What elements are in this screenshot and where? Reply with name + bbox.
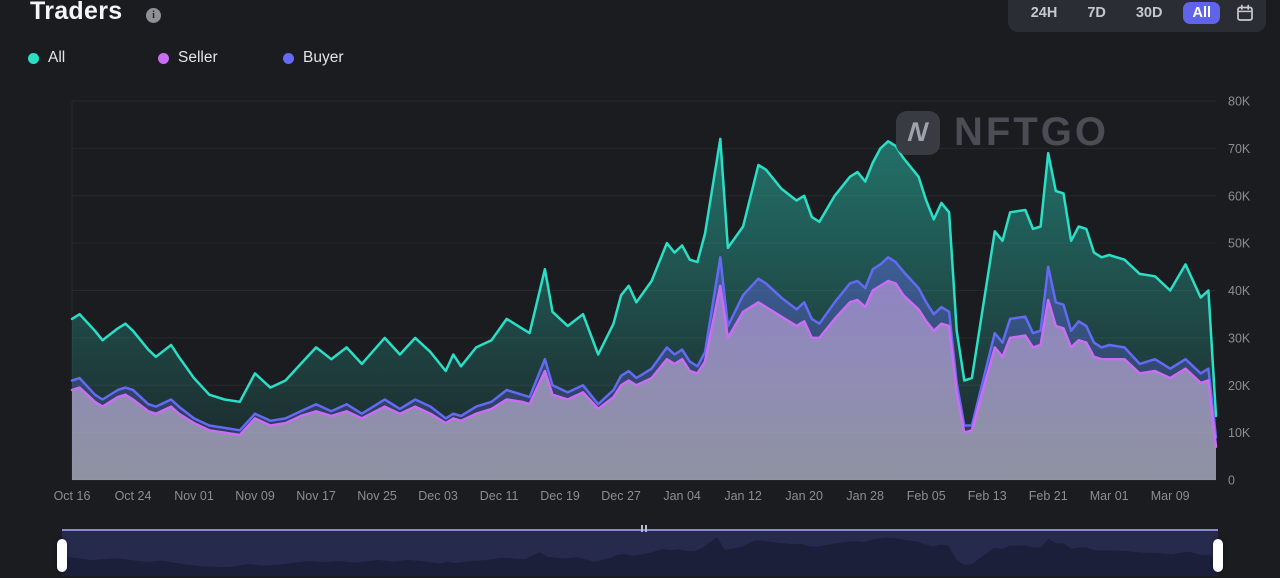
traders-chart-panel: Traders i All Seller Buyer 24H 7D 30D Al… (0, 0, 1280, 578)
x-tick-label: Nov 17 (296, 489, 336, 503)
x-tick-label: Nov 25 (357, 489, 397, 503)
y-tick-label: 0 (1228, 474, 1235, 488)
x-tick-label: Oct 24 (115, 489, 152, 503)
x-tick-label: Feb 21 (1029, 489, 1068, 503)
x-tick-label: Feb 13 (968, 489, 1007, 503)
x-tick-label: Nov 09 (235, 489, 275, 503)
x-tick-label: Dec 11 (480, 489, 519, 503)
x-tick-label: Mar 01 (1090, 489, 1129, 503)
x-tick-label: Jan 04 (663, 489, 701, 503)
x-tick-label: Jan 12 (724, 489, 762, 503)
y-tick-label: 10K (1228, 426, 1251, 440)
y-tick-label: 30K (1228, 331, 1251, 345)
x-tick-label: Nov 01 (174, 489, 214, 503)
brush-right-handle[interactable] (1213, 539, 1223, 572)
brush-silhouette (62, 537, 1218, 576)
y-tick-label: 20K (1228, 379, 1251, 393)
y-tick-label: 60K (1228, 189, 1251, 203)
time-range-brush[interactable] (62, 529, 1218, 576)
y-tick-label: 50K (1228, 237, 1251, 251)
brush-left-handle[interactable] (57, 539, 67, 572)
x-tick-label: Oct 16 (54, 489, 91, 503)
y-tick-label: 40K (1228, 284, 1251, 298)
brush-center-grip[interactable] (641, 525, 647, 532)
x-tick-label: Dec 27 (601, 489, 641, 503)
x-tick-label: Feb 05 (907, 489, 946, 503)
x-tick-label: Mar 09 (1151, 489, 1190, 503)
x-tick-label: Jan 28 (846, 489, 884, 503)
y-tick-label: 80K (1228, 95, 1251, 109)
x-tick-label: Jan 20 (785, 489, 823, 503)
x-tick-label: Dec 03 (418, 489, 458, 503)
y-tick-label: 70K (1228, 142, 1251, 156)
traders-area-chart[interactable]: 0 10K 20K 30K 40K 50K 60K 70K 80K Oct 16 Oct 24 Nov… (0, 0, 1280, 578)
x-tick-label: Dec 19 (540, 489, 580, 503)
brush-minimap (62, 531, 1218, 576)
